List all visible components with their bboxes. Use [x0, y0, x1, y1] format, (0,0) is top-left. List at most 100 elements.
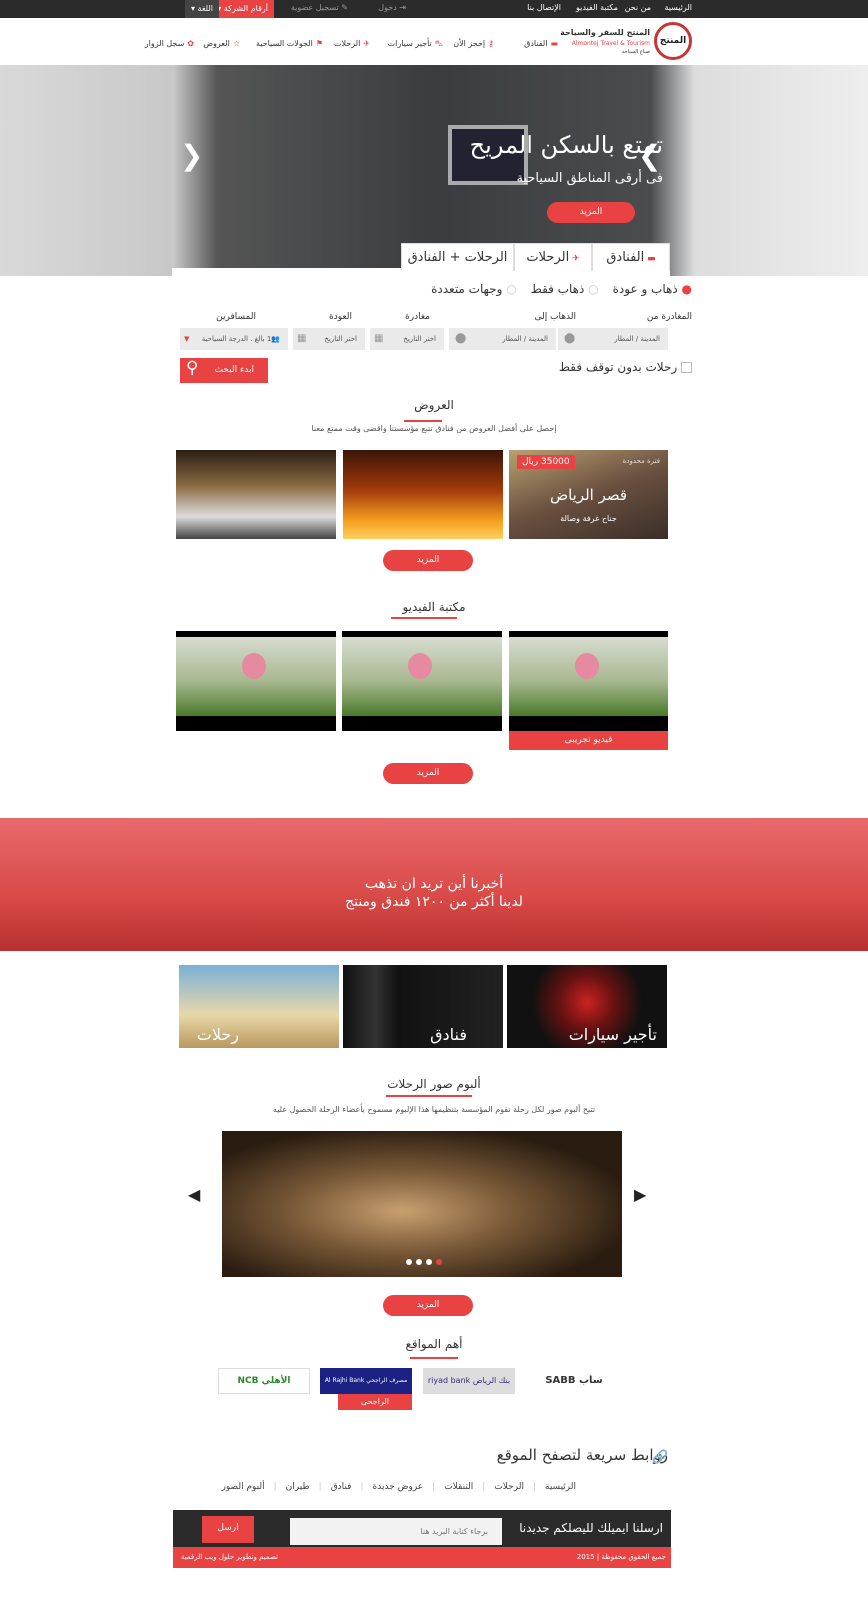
quicklink[interactable]: طيران	[286, 1482, 310, 1492]
offers-subtitle: إحصل على أفضل العروض من فنادق تتبع مؤسست…	[311, 424, 557, 433]
logo-name-en: Almontej Travel & Tourism	[571, 40, 650, 47]
chevron-right-icon[interactable]: ❯	[638, 139, 661, 172]
offer-card[interactable]	[343, 450, 503, 539]
depart-date-input[interactable]: ▦ اختر التاريخ	[370, 328, 444, 350]
footer-copyright: جميع الحقوق محفوظة | 2015	[576, 1553, 666, 1561]
tab-trips[interactable]: ✈ الرحلات	[514, 243, 592, 271]
category-label: فنادق	[430, 1025, 467, 1044]
register-link[interactable]: ✎ تسجيل عضوية	[291, 3, 348, 12]
album-slide-image	[222, 1131, 622, 1277]
from-input[interactable]: ⬤ المدينة / المطار	[558, 328, 668, 350]
slider-dot[interactable]	[406, 1259, 412, 1265]
label-passengers: المسافرين	[216, 312, 256, 322]
star-icon: ☆	[232, 39, 240, 48]
logo-ncb[interactable]: الأهلي NCB	[218, 1368, 310, 1394]
link-icon: 🔗	[652, 1450, 669, 1465]
logo-hover-label: الراجحى	[338, 1394, 412, 1410]
footer-credit[interactable]: تصميم وتطوير حلول ويب الرقمية	[181, 1553, 278, 1561]
slider-dot[interactable]	[416, 1259, 422, 1265]
language-dropdown[interactable]: اللغة ▾	[184, 0, 219, 18]
video-thumb[interactable]	[342, 631, 502, 731]
label-depart: مغادرة	[405, 312, 430, 322]
title-underline	[386, 1095, 472, 1097]
logo-sabb[interactable]: ساب SABB	[528, 1368, 620, 1394]
logo-al-rajhi[interactable]: مصرف الراجحي Al Rajhi Bank	[320, 1368, 412, 1394]
top-bar: الرئيسية من نحن مكتبة الفيديو الإتصال بن…	[0, 0, 868, 18]
top-link-about[interactable]: من نحن	[625, 3, 651, 12]
newsletter-send-button[interactable]: ارسل	[202, 1516, 254, 1543]
offer-card[interactable]	[176, 450, 336, 539]
top-link-videos[interactable]: مكتبة الفيديو	[576, 3, 618, 12]
radio-multicity[interactable]: ○ وجهات متعددة	[431, 282, 517, 296]
category-trips[interactable]: رحلات	[179, 965, 339, 1048]
label-to: الذهاب إلى	[534, 312, 576, 322]
flag-icon: ⚑	[315, 39, 323, 48]
top-link-contact[interactable]: الإتصال بنا	[527, 3, 561, 12]
nav-tours[interactable]: ⚑الجولات السياحية	[256, 39, 323, 48]
banner-line1: أخبرنا أين تريد ان تذهب	[364, 876, 504, 892]
search-button[interactable]: ابدء البحث ⚲	[180, 358, 268, 383]
title-underline	[404, 420, 442, 422]
category-hotels[interactable]: فنادق	[343, 965, 503, 1048]
slider-dot[interactable]	[426, 1259, 432, 1265]
nav-guestbook[interactable]: ✿سجل الزوار	[145, 39, 194, 48]
label-return: العودة	[329, 312, 352, 322]
calendar-icon: ▦	[374, 333, 384, 344]
quicklink[interactable]: الرحلات	[494, 1482, 524, 1492]
quicklink[interactable]: ألبوم الصور	[222, 1482, 265, 1492]
separator: |	[360, 1482, 364, 1492]
nav-hotels[interactable]: ▬الفنادق	[524, 39, 558, 48]
top-link-home[interactable]: الرئيسية	[664, 3, 692, 12]
newsletter-email-input[interactable]	[290, 1518, 502, 1545]
chevron-left-icon[interactable]: ❮	[180, 139, 203, 172]
login-link[interactable]: ⇥ دخول	[378, 3, 406, 12]
slider-dots	[406, 1259, 442, 1265]
offers-title: العروض	[414, 398, 454, 412]
nav-book-now[interactable]: ⚷إحجز الأن	[453, 39, 494, 48]
videos-more-button[interactable]: المزيد	[383, 763, 473, 784]
hero-more-button[interactable]: المزيد	[547, 202, 635, 223]
quicklinks-title: روابط سريعة لتصفح الموقع	[496, 1446, 668, 1464]
quicklink[interactable]: الرئيسية	[545, 1482, 576, 1492]
tab-trips-hotels[interactable]: الرحلات + الفنادق	[401, 243, 514, 271]
passengers-dropdown[interactable]: ▼ 👥1 بالغ . الدرجة السياحية	[180, 328, 288, 350]
tab-hotels[interactable]: ▬ الفنادق	[592, 243, 670, 271]
radio-oneway[interactable]: ○ ذهاب فقط	[531, 282, 599, 296]
company-numbers-dropdown[interactable]: أرقام الشركة ▾	[211, 0, 274, 18]
logo-riyad-bank[interactable]: بنك الرياض riyad bank	[423, 1368, 515, 1394]
video-thumb[interactable]	[176, 631, 336, 731]
next-arrow-icon[interactable]: ▶	[634, 1185, 646, 1204]
category-label: رحلات	[196, 1025, 239, 1044]
album-title: ألبوم صور الرحلات	[387, 1077, 481, 1091]
video-thumb[interactable]	[509, 631, 668, 731]
radio-roundtrip[interactable]: ● ذهاب و عودة	[613, 282, 692, 296]
quicklink[interactable]: عروض جديدة	[373, 1482, 424, 1492]
logo-name-ar: المنتج للسفر والسياحة	[560, 28, 650, 37]
prev-arrow-icon[interactable]: ◀	[188, 1185, 200, 1204]
logo-mark[interactable]: المنتج	[654, 22, 692, 60]
separator: |	[318, 1482, 322, 1492]
to-input[interactable]: ⬤ المدينة / المطار	[449, 328, 556, 350]
quicklink[interactable]: فنادق	[331, 1482, 352, 1492]
album-more-button[interactable]: المزيد	[383, 1295, 473, 1316]
title-underline	[410, 1357, 458, 1359]
heart-icon: ✿	[187, 39, 194, 48]
video-caption: فيديو تجريبى	[509, 731, 668, 750]
hero-subtitle: فى أرقى المناطق السياحية	[516, 171, 663, 186]
category-car-rental[interactable]: تأجير سيارات	[507, 965, 667, 1048]
nav-car-rental[interactable]: ⛍تأجير سيارات	[388, 39, 443, 49]
offer-card-featured[interactable]: 35000 ريال فترة محدودة قصر الرياض جناح غ…	[509, 450, 668, 539]
map-pin-icon: ⬤	[455, 333, 467, 344]
slider-dot[interactable]	[436, 1259, 442, 1265]
nav-offers[interactable]: ☆العروض	[203, 39, 240, 48]
nav-trips[interactable]: ✈الرحلات	[334, 39, 370, 48]
sites-title: أهم المواقع	[405, 1337, 463, 1351]
caret-down-icon: ▼	[184, 335, 190, 343]
return-date-input[interactable]: ▦ اختر التاريخ	[293, 328, 365, 350]
quicklink[interactable]: التنقلات	[444, 1482, 473, 1492]
key-icon: ⚷	[488, 39, 494, 48]
nonstop-checkbox[interactable]: رحلات بدون توقف فقط	[559, 360, 692, 374]
map-pin-icon: ⬤	[564, 333, 576, 344]
offers-more-button[interactable]: المزيد	[383, 550, 473, 571]
limited-badge: فترة محدودة	[622, 457, 660, 465]
